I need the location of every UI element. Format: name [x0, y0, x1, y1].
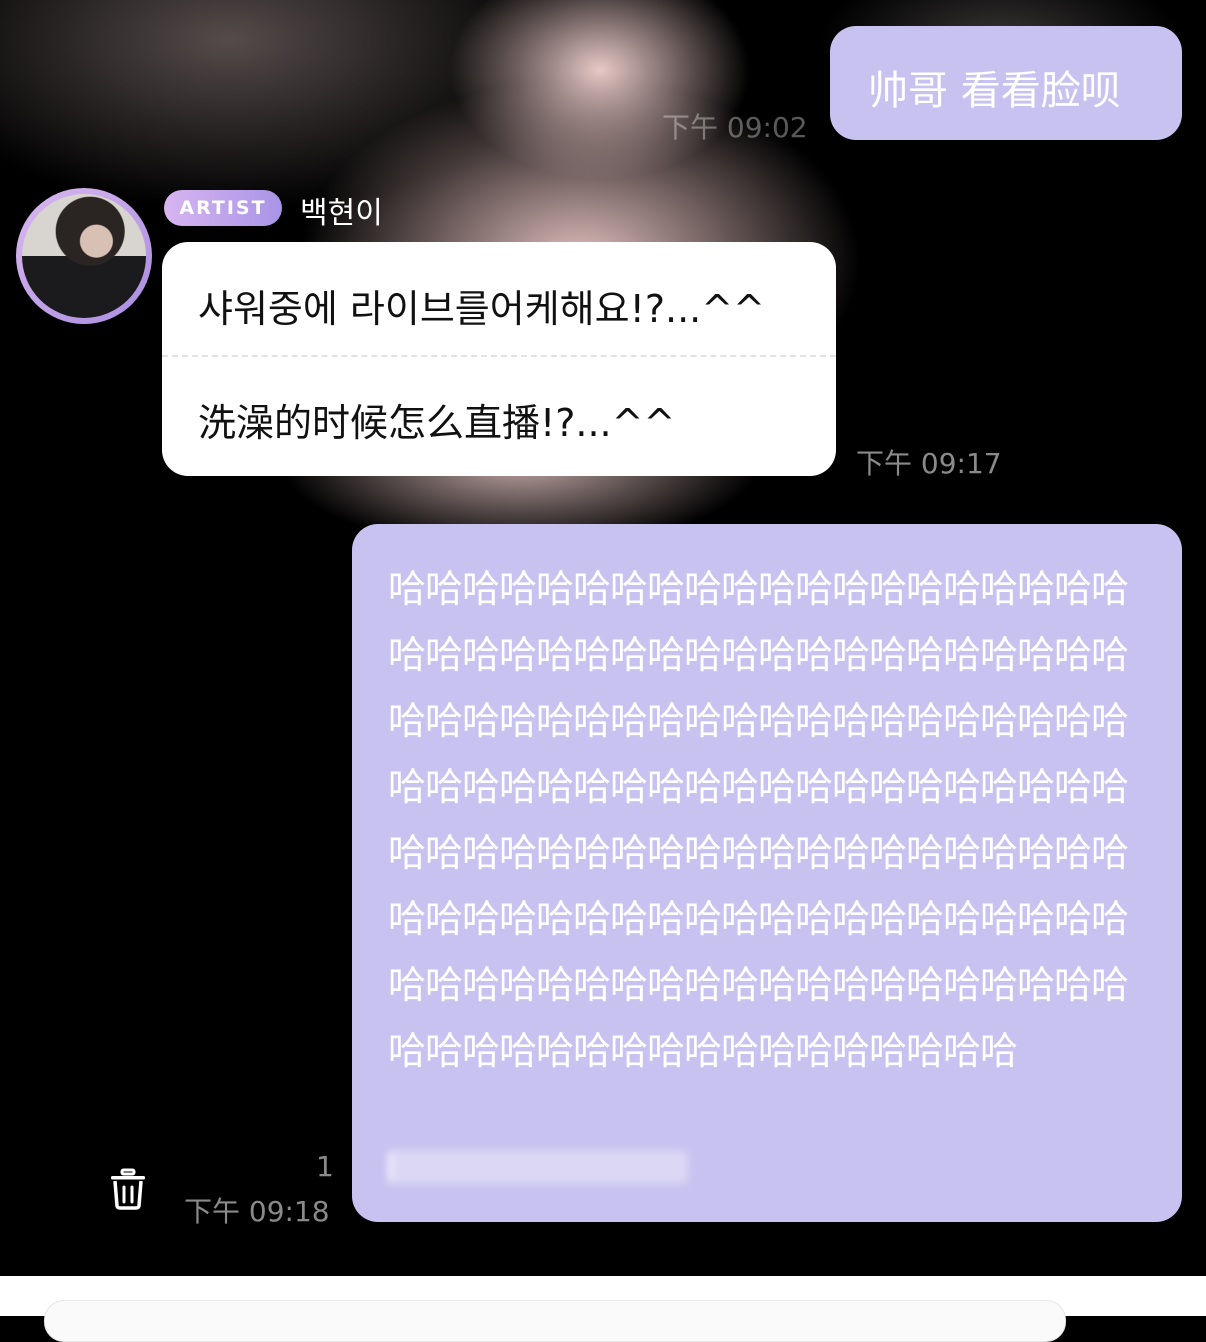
blurred-text — [388, 1150, 688, 1184]
artist-avatar[interactable] — [16, 188, 152, 324]
translation-divider — [162, 355, 836, 357]
artist-badge: ARTIST — [164, 190, 282, 226]
message-time: 下午 09:02 — [662, 111, 808, 144]
message-input[interactable] — [44, 1300, 1066, 1342]
unread-count: 1 — [316, 1150, 334, 1183]
message-translation-text: 洗澡的时候怎么直播!?...^^ — [198, 401, 676, 445]
sender-name: 백현이 — [300, 196, 383, 231]
message-time: 下午 09:17 — [856, 447, 1002, 480]
incoming-message-bubble[interactable]: 샤워중에 라이브를어케해요!?...^^ 洗澡的时候怎么直播!?...^^ — [162, 242, 836, 476]
message-text: 帅哥 看看脸呗 — [868, 68, 1121, 114]
avatar-photo — [22, 194, 146, 318]
message-original-text: 샤워중에 라이브를어케해요!?...^^ — [198, 287, 765, 331]
message-time: 下午 09:18 — [184, 1195, 330, 1228]
trash-icon[interactable] — [108, 1168, 148, 1210]
outgoing-message-bubble[interactable]: 帅哥 看看脸呗 — [830, 26, 1182, 140]
message-text: 哈哈哈哈哈哈哈哈哈哈哈哈哈哈哈哈哈哈哈哈哈哈哈哈哈哈哈哈哈哈哈哈哈哈哈哈哈哈哈哈… — [388, 567, 1129, 1073]
